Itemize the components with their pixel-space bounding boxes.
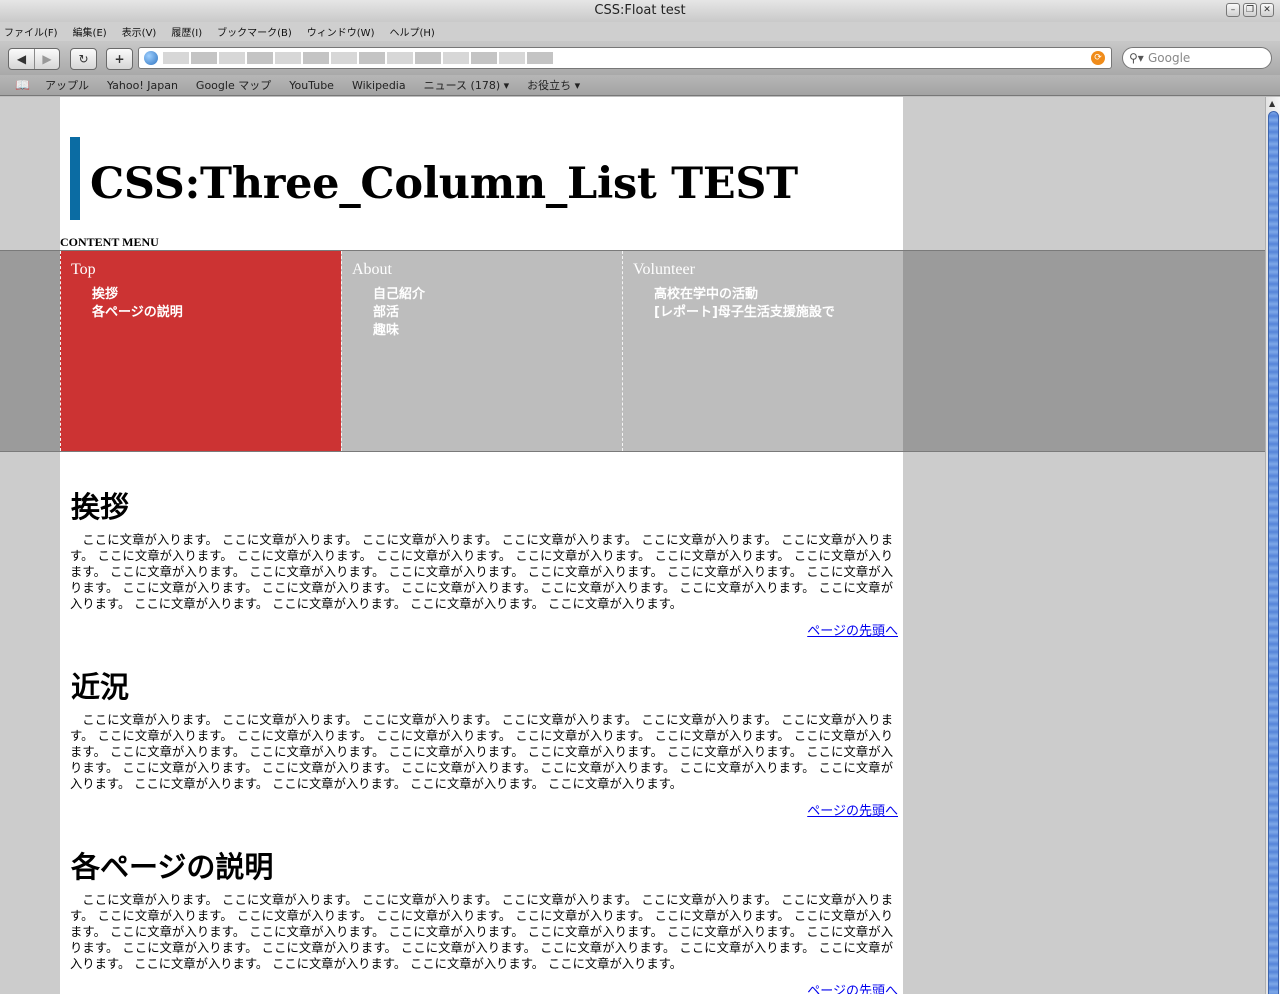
menu-bookmarks[interactable]: ブックマーク(B) <box>217 24 292 39</box>
bookmark-youtube[interactable]: YouTube <box>289 79 334 92</box>
search-icon: ⚲▾ <box>1129 51 1144 65</box>
nav-link-club[interactable]: 部活 <box>373 304 425 322</box>
plus-icon: + <box>114 52 125 66</box>
menu-view[interactable]: 表示(V) <box>122 24 157 39</box>
bookmark-google-maps[interactable]: Google マップ <box>196 77 271 93</box>
vertical-scrollbar[interactable]: ▲ <box>1265 97 1280 994</box>
reload-group: ↻ <box>70 48 97 70</box>
open-book-icon[interactable]: 📖 <box>15 78 30 92</box>
back-to-top-link[interactable]: ページの先頭へ <box>807 800 898 819</box>
menu-bar: ファイル(F) 編集(E) 表示(V) 履歴(I) ブックマーク(B) ウィンド… <box>0 22 1280 41</box>
nav-links-top: 挨拶 各ページの説明 <box>92 286 183 322</box>
window-title: CSS:Float test <box>594 3 686 18</box>
menu-window[interactable]: ウィンドウ(W) <box>307 24 375 39</box>
back-to-top-link[interactable]: ページの先頭へ <box>807 620 898 639</box>
bookmark-news-folder[interactable]: ニュース (178) ▾ <box>424 77 510 93</box>
main-content: 挨拶 ここに文章が入ります。 ここに文章が入ります。 ここに文章が入ります。 こ… <box>60 452 903 994</box>
bookmarks-bar: 📖 アップル Yahoo! Japan Google マップ YouTube W… <box>0 75 1280 96</box>
section-heading: 各ページの説明 <box>71 850 274 884</box>
page-viewport: CSS:Three_Column_List TEST CONTENT MENU … <box>0 97 1265 994</box>
nav-link-highschool-activities[interactable]: 高校在学中の活動 <box>654 286 835 304</box>
title-accent-bar <box>70 137 80 220</box>
nav-link-page-description[interactable]: 各ページの説明 <box>92 304 183 322</box>
menu-history[interactable]: 履歴(I) <box>171 24 202 39</box>
nav-link-report-shelter[interactable]: [レポート]母子生活支援施設で <box>654 304 835 322</box>
section-text: ここに文章が入ります。 ここに文章が入ります。 ここに文章が入ります。 ここに文… <box>70 713 893 791</box>
rss-icon[interactable]: ⟳ <box>1091 51 1105 65</box>
history-nav: ◀ ▶ <box>8 48 60 70</box>
forward-icon: ▶ <box>42 52 52 66</box>
section-text: ここに文章が入ります。 ここに文章が入ります。 ここに文章が入ります。 ここに文… <box>70 893 893 971</box>
reload-icon: ↻ <box>78 52 89 66</box>
new-tab-group: + <box>106 48 133 70</box>
close-icon[interactable]: ✕ <box>1260 3 1274 17</box>
address-bar[interactable]: ⟳ <box>138 47 1112 69</box>
back-icon: ◀ <box>16 52 27 66</box>
menu-file[interactable]: ファイル(F) <box>4 24 58 39</box>
nav-column-about: About 自己紹介 部活 趣味 <box>341 251 622 451</box>
nav-title-about[interactable]: About <box>352 261 392 279</box>
nav-column-top: Top 挨拶 各ページの説明 <box>60 251 341 451</box>
bookmark-yahoo[interactable]: Yahoo! Japan <box>107 79 178 92</box>
nav-column-volunteer: Volunteer 高校在学中の活動 [レポート]母子生活支援施設で <box>622 251 903 451</box>
scroll-thumb[interactable] <box>1268 111 1279 994</box>
search-input[interactable]: ⚲▾ Google <box>1122 47 1272 69</box>
bookmark-wikipedia[interactable]: Wikipedia <box>352 79 406 92</box>
content-menu: Top 挨拶 各ページの説明 About 自己紹介 部活 趣味 Voluntee… <box>0 250 1265 452</box>
nav-links-about: 自己紹介 部活 趣味 <box>373 286 425 340</box>
section-heading: 挨拶 <box>71 490 130 524</box>
menu-help[interactable]: ヘルプ(H) <box>389 24 434 39</box>
nav-link-hobby[interactable]: 趣味 <box>373 322 425 340</box>
menu-edit[interactable]: 編集(E) <box>73 24 107 39</box>
window-titlebar: CSS:Float test – ❐ ✕ <box>0 0 1280 22</box>
new-tab-button[interactable]: + <box>107 49 132 69</box>
forward-button[interactable]: ▶ <box>34 49 59 69</box>
section-heading: 近況 <box>71 670 130 704</box>
reload-button[interactable]: ↻ <box>71 49 96 69</box>
nav-link-greeting[interactable]: 挨拶 <box>92 286 183 304</box>
section-text: ここに文章が入ります。 ここに文章が入ります。 ここに文章が入ります。 ここに文… <box>70 533 893 611</box>
page-title: CSS:Three_Column_List TEST <box>90 159 798 209</box>
search-placeholder: Google <box>1148 51 1191 65</box>
bookmark-apple[interactable]: アップル <box>45 77 89 93</box>
scroll-up-icon[interactable]: ▲ <box>1269 99 1275 108</box>
nav-title-volunteer[interactable]: Volunteer <box>633 261 695 279</box>
back-button[interactable]: ◀ <box>9 49 34 69</box>
window-controls: – ❐ ✕ <box>1226 3 1274 17</box>
back-to-top-link[interactable]: ページの先頭へ <box>807 980 898 994</box>
minimize-icon[interactable]: – <box>1226 3 1240 17</box>
nav-links-volunteer: 高校在学中の活動 [レポート]母子生活支援施設で <box>654 286 835 322</box>
page-header: CSS:Three_Column_List TEST CONTENT MENU <box>60 97 903 250</box>
bookmark-useful-folder[interactable]: お役立ち ▾ <box>527 77 580 93</box>
url-text-redacted <box>163 52 553 64</box>
restore-icon[interactable]: ❐ <box>1243 3 1257 17</box>
content-menu-label: CONTENT MENU <box>60 235 159 249</box>
nav-link-self-intro[interactable]: 自己紹介 <box>373 286 425 304</box>
nav-title-top[interactable]: Top <box>71 261 96 279</box>
globe-icon <box>144 51 158 65</box>
